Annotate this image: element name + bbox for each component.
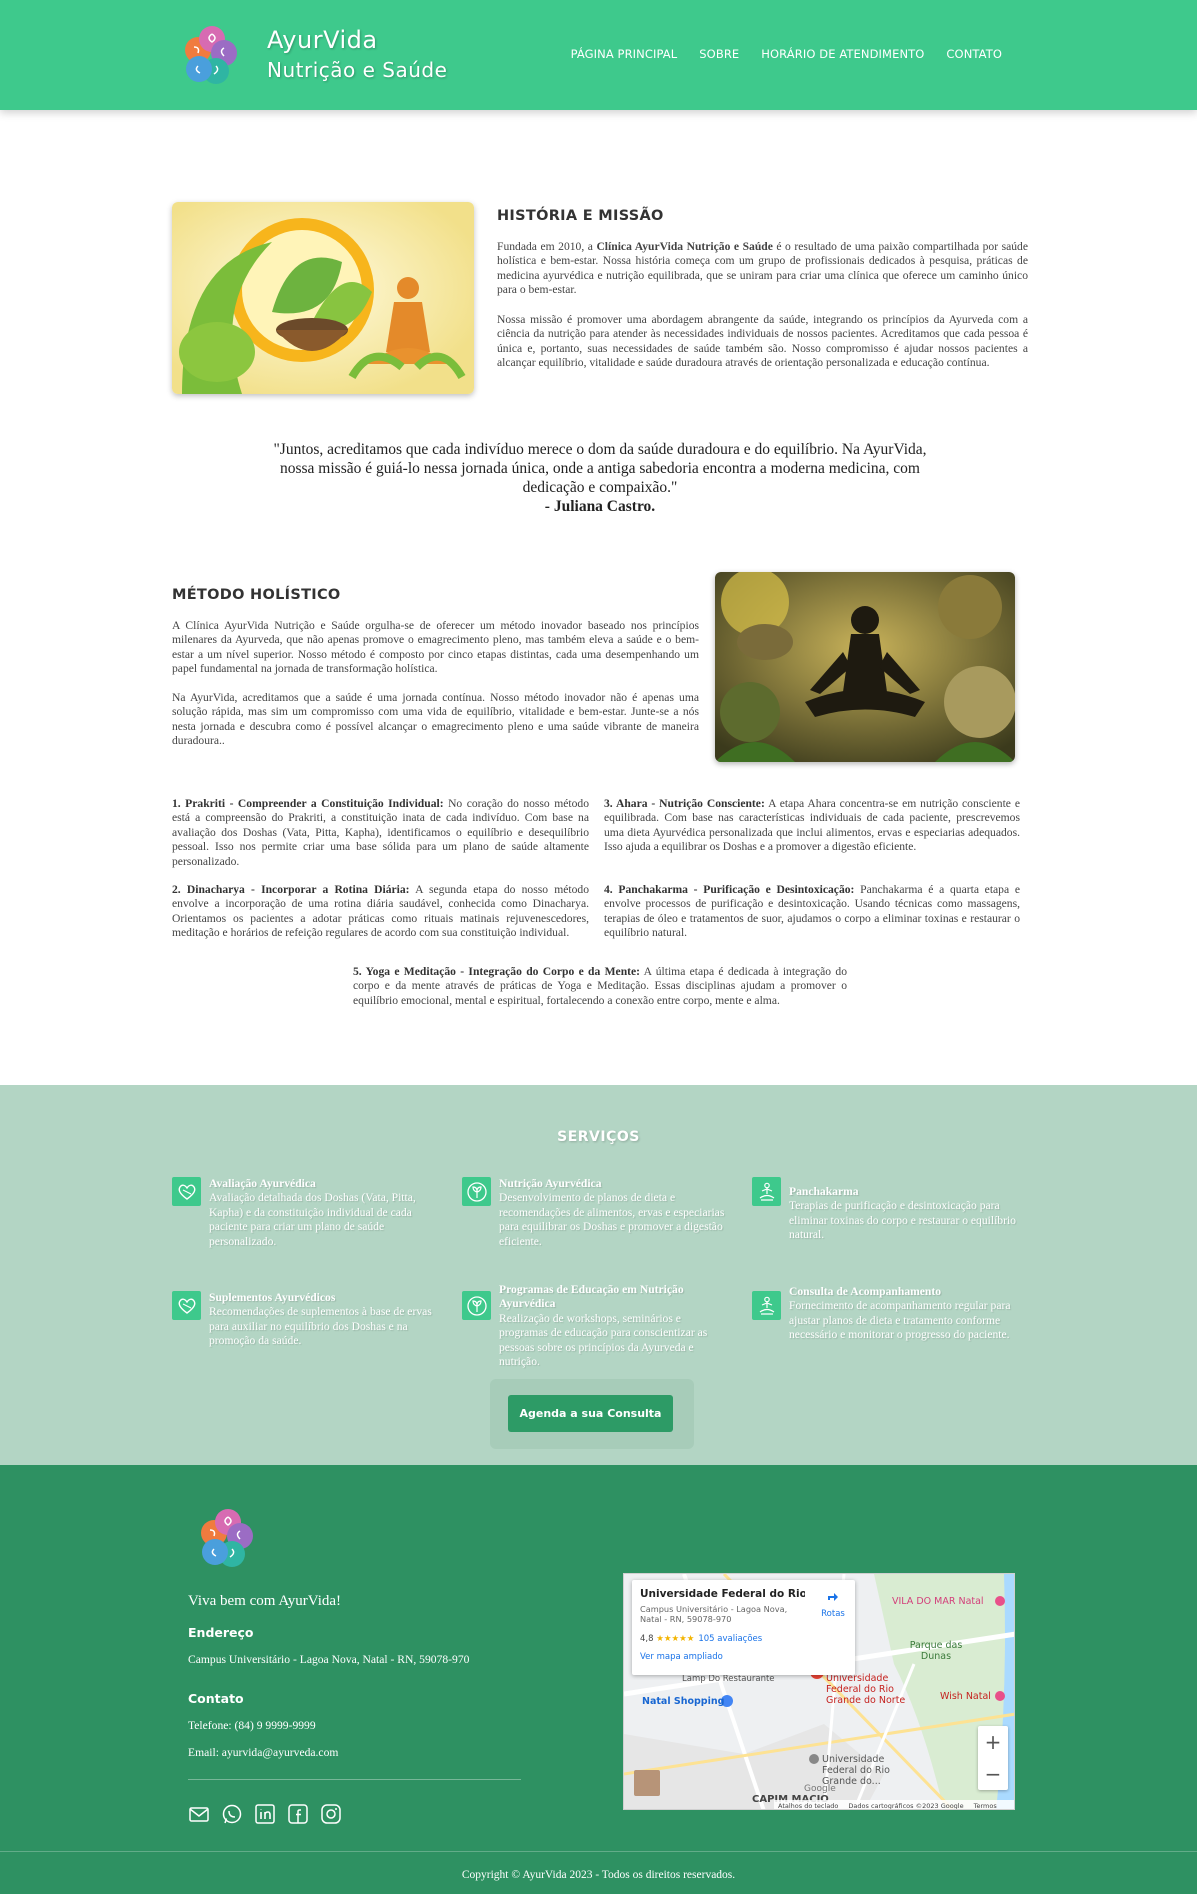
service-name: Consulta de Acompanhamento bbox=[789, 1285, 942, 1298]
nav-contact[interactable]: CONTATO bbox=[946, 47, 1002, 61]
leaf-heart-icon bbox=[172, 1291, 201, 1320]
place-address: Campus Universitário - Lagoa Nova, Natal… bbox=[640, 1604, 788, 1624]
address-heading: Endereço bbox=[188, 1625, 254, 1640]
whatsapp-icon[interactable] bbox=[221, 1803, 243, 1825]
text: Fundada em 2010, a bbox=[497, 240, 597, 253]
map-label: Parque das Dunas bbox=[909, 1640, 963, 1662]
map-label: Lamp Do Restaurante bbox=[682, 1674, 775, 1684]
map-label: Universidade Federal do Rio Grande do... bbox=[822, 1754, 890, 1787]
step-heading: 2. Dinacharya - Incorporar a Rotina Diár… bbox=[172, 883, 410, 896]
service-name: Programas de Educação em Nutrição Ayurvé… bbox=[499, 1283, 684, 1311]
history-paragraph-2: Nossa missão é promover uma abordagem ab… bbox=[497, 313, 1028, 370]
map-label: Universidade Federal do Rio Grande do No… bbox=[826, 1673, 906, 1706]
method-step-1: 1. Prakriti - Compreender a Constituição… bbox=[172, 797, 589, 869]
email-text: Email: ayurvida@ayurveda.com bbox=[188, 1746, 339, 1759]
brand[interactable]: AyurVida Nutrição e Saúde bbox=[267, 26, 447, 82]
history-title: HISTÓRIA E MISSÃO bbox=[497, 208, 664, 224]
copyright: Copyright © AyurVida 2023 - Todos os dir… bbox=[461, 1869, 736, 1881]
place-rating: 4,8 ★★★★★ 105 avaliações bbox=[640, 1634, 762, 1644]
map-label: Natal Shopping bbox=[642, 1696, 725, 1707]
step-heading: 1. Prakriti - Compreender a Constituição… bbox=[172, 797, 444, 810]
brand-subtitle: Nutrição e Saúde bbox=[267, 58, 448, 82]
services-title: SERVIÇOS bbox=[557, 1129, 640, 1145]
map-attribution: Atalhos do teclado Dados cartográficos ©… bbox=[774, 1800, 1014, 1810]
site-footer: Viva bem com AyurVida! Endereço Campus U… bbox=[0, 1465, 1197, 1894]
leaf-heart-icon bbox=[172, 1177, 201, 1206]
method-paragraph-1: A Clínica AyurVida Nutrição e Saúde orgu… bbox=[172, 619, 699, 676]
reviews-link[interactable]: 105 avaliações bbox=[698, 1634, 762, 1644]
cta-container: Agenda a sua Consulta bbox=[490, 1379, 694, 1449]
directions-button[interactable]: Rotas bbox=[818, 1590, 848, 1619]
service-name: Panchakarma bbox=[789, 1185, 859, 1198]
ayurveda-illustration bbox=[172, 202, 474, 394]
sprout-icon bbox=[462, 1291, 491, 1320]
clinic-name: Clínica AyurVida Nutrição e Saúde bbox=[596, 240, 773, 253]
zoom-out-button[interactable]: − bbox=[978, 1758, 1008, 1790]
history-paragraph-1: Fundada em 2010, a Clínica AyurVida Nutr… bbox=[497, 240, 1028, 298]
nav-hours[interactable]: HORÁRIO DE ATENDIMENTO bbox=[761, 47, 924, 61]
meditation-icon bbox=[752, 1291, 781, 1320]
main-nav: PÁGINA PRINCIPAL SOBRE HORÁRIO DE ATENDI… bbox=[571, 47, 1002, 61]
site-header: AyurVida Nutrição e Saúde PÁGINA PRINCIP… bbox=[0, 0, 1197, 110]
map-label: VILA DO MAR Natal bbox=[892, 1596, 984, 1607]
terms-link[interactable]: Termos bbox=[974, 1802, 997, 1810]
zoom-in-button[interactable]: + bbox=[978, 1726, 1008, 1758]
directions-icon bbox=[828, 1593, 838, 1601]
address-text: Campus Universitário - Lagoa Nova, Natal… bbox=[188, 1653, 470, 1666]
google-logo: Google bbox=[804, 1784, 836, 1794]
copyright-divider bbox=[0, 1851, 1197, 1852]
map-place-card: Universidade Federal do Rio G... Campus … bbox=[632, 1580, 855, 1675]
method-step-2: 2. Dinacharya - Incorporar a Rotina Diár… bbox=[172, 883, 589, 941]
place-name: Universidade Federal do Rio G... bbox=[640, 1588, 805, 1600]
location-map[interactable]: VILA DO MAR Natal Parque das Dunas Unive… bbox=[623, 1573, 1015, 1810]
contact-heading: Contato bbox=[188, 1691, 244, 1706]
keyboard-shortcuts-link[interactable]: Atalhos do teclado bbox=[778, 1802, 838, 1810]
service-desc: Realização de workshops, seminários e pr… bbox=[499, 1311, 708, 1369]
service-desc: Terapias de purificação e desintoxicação… bbox=[789, 1199, 1016, 1242]
directions-label: Rotas bbox=[821, 1609, 845, 1619]
step-heading: 5. Yoga e Meditação - Integração do Corp… bbox=[353, 965, 641, 978]
method-step-3: 3. Ahara - Nutrição Consciente: A etapa … bbox=[604, 797, 1020, 855]
service-name: Avaliação Ayurvédica bbox=[209, 1177, 316, 1190]
step-heading: 4. Panchakarma - Purificação e Desintoxi… bbox=[604, 883, 855, 896]
service-name: Suplementos Ayurvédicos bbox=[209, 1291, 336, 1304]
method-step-5: 5. Yoga e Meditação - Integração do Corp… bbox=[353, 965, 847, 1008]
meditation-icon bbox=[752, 1177, 781, 1206]
facebook-icon[interactable] bbox=[287, 1803, 309, 1825]
ayurvida-logo bbox=[201, 1509, 253, 1567]
nav-about[interactable]: SOBRE bbox=[699, 47, 739, 61]
phone-text: Telefone: (84) 9 9999-9999 bbox=[188, 1719, 316, 1732]
service-desc: Recomendações de suplementos à base de e… bbox=[209, 1305, 432, 1348]
meditation-photo bbox=[715, 572, 1015, 762]
method-step-4: 4. Panchakarma - Purificação e Desintoxi… bbox=[604, 883, 1020, 941]
nav-home[interactable]: PÁGINA PRINCIPAL bbox=[571, 47, 678, 61]
service-desc: Avaliação detalhada dos Doshas (Vata, Pi… bbox=[209, 1191, 416, 1248]
service-name: Nutrição Ayurvédica bbox=[499, 1177, 602, 1190]
method-paragraph-2: Na AyurVida, acreditamos que a saúde é u… bbox=[172, 691, 699, 748]
footer-tagline: Viva bem com AyurVida! bbox=[188, 1593, 342, 1609]
footer-divider bbox=[188, 1779, 521, 1780]
founder-quote: "Juntos, acreditamos que cada indivíduo … bbox=[273, 441, 927, 496]
map-label: Wish Natal bbox=[940, 1691, 991, 1702]
brand-name: AyurVida bbox=[267, 26, 378, 54]
star-icon: ★★★★★ bbox=[656, 1634, 695, 1644]
map-zoom-control: + − bbox=[978, 1726, 1008, 1790]
instagram-icon[interactable] bbox=[320, 1803, 342, 1825]
email-icon[interactable] bbox=[188, 1803, 210, 1825]
service-desc: Fornecimento de acompanhamento regular p… bbox=[789, 1299, 1011, 1342]
method-title: MÉTODO HOLÍSTICO bbox=[172, 587, 341, 603]
linkedin-icon[interactable] bbox=[254, 1803, 276, 1825]
sprout-icon bbox=[462, 1177, 491, 1206]
ayurvida-logo[interactable] bbox=[172, 22, 246, 96]
schedule-consultation-button[interactable]: Agenda a sua Consulta bbox=[508, 1395, 673, 1432]
quote-author: - Juliana Castro. bbox=[544, 498, 656, 515]
view-larger-map-link[interactable]: Ver mapa ampliado bbox=[640, 1652, 723, 1662]
step-heading: 3. Ahara - Nutrição Consciente: bbox=[604, 797, 765, 810]
map-data-text: Dados cartográficos ©2023 Google bbox=[848, 1801, 964, 1810]
service-desc: Desenvolvimento de planos de dieta e rec… bbox=[499, 1191, 725, 1248]
rating-value: 4,8 bbox=[640, 1634, 654, 1644]
services-section: SERVIÇOS Avaliação Ayurvédica Avaliação d… bbox=[0, 1085, 1197, 1465]
